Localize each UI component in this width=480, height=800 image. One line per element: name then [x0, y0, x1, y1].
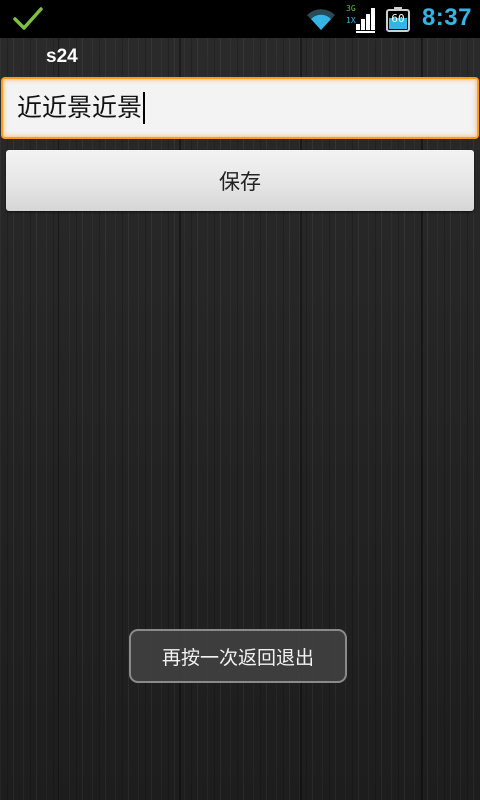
- status-bar: 3G 1X 60 8:37: [0, 0, 480, 38]
- app-title: s24: [46, 46, 78, 67]
- save-button-label: 保存: [219, 169, 261, 194]
- save-button[interactable]: 保存: [6, 150, 474, 211]
- toast-text: 再按一次返回退出: [161, 646, 314, 669]
- signal-strength-icon: [356, 8, 375, 33]
- text-input-content: 近近景近景: [17, 93, 143, 122]
- text-input-field[interactable]: 近近景近景: [1, 77, 479, 139]
- battery-level: 60: [391, 12, 405, 25]
- text-input-value: 近近景近景: [17, 91, 146, 125]
- text-cursor: [143, 91, 146, 124]
- toast-message: 再按一次返回退出: [129, 629, 347, 683]
- checkmark-icon: [13, 7, 43, 30]
- status-clock: 8:37: [421, 4, 472, 31]
- wifi-icon: [307, 9, 335, 31]
